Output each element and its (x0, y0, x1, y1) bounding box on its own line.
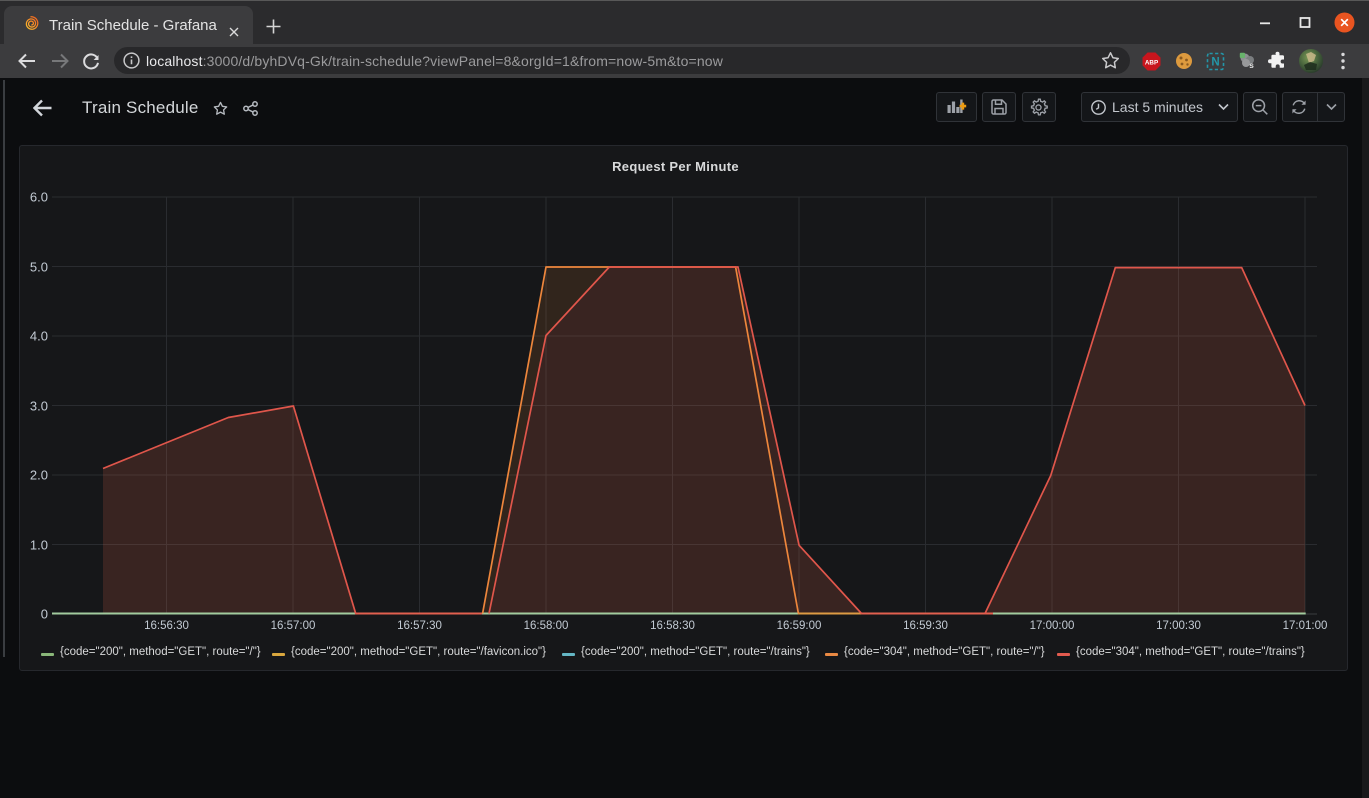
svg-text:s: s (1249, 60, 1254, 70)
svg-text:N: N (1211, 57, 1219, 69)
svg-text:ABP: ABP (1145, 60, 1158, 67)
